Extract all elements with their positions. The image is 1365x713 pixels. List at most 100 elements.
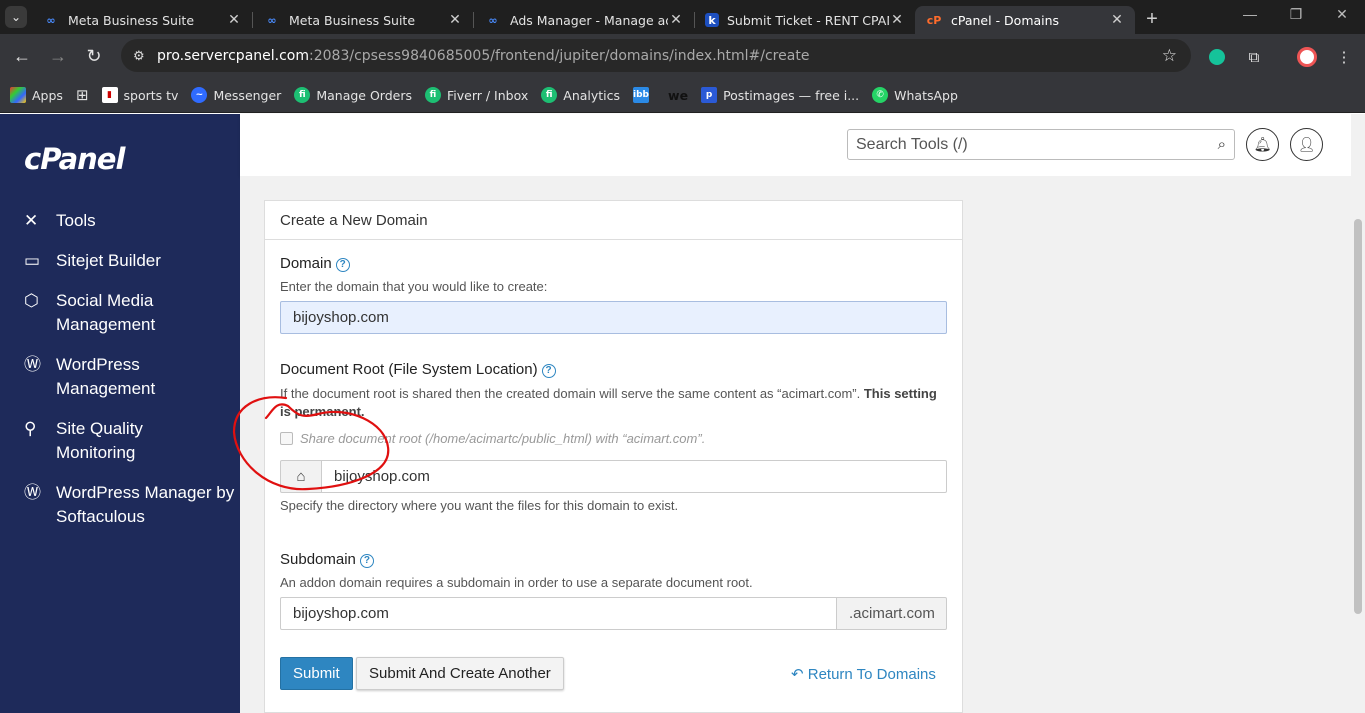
tools-icon: ✕ <box>24 211 39 230</box>
browser-tab-active[interactable]: cP cPanel - Domains ✕ <box>915 6 1135 34</box>
help-icon[interactable]: ? <box>541 364 556 378</box>
bookmark-label: Messenger <box>213 87 282 103</box>
panel-title: Create a New Domain <box>265 201 962 240</box>
url-text: pro.servercpanel.com:2083/cpsess98406850… <box>157 48 809 64</box>
help-icon[interactable]: ? <box>335 258 350 272</box>
docroot-input[interactable]: bijoyshop.com <box>321 460 947 493</box>
sidebar-item-wordpress[interactable]: Ⓦ WordPress Management <box>24 353 216 401</box>
help-icon[interactable]: ? <box>359 554 374 568</box>
sidebar-item-social-media[interactable]: ⬡ Social Media Management <box>24 289 216 337</box>
domain-input[interactable]: bijoyshop.com <box>280 301 947 334</box>
close-icon[interactable]: ✕ <box>889 12 905 28</box>
sidebar-item-label: Sitejet Builder <box>56 251 161 270</box>
bookmark-label: Manage Orders <box>316 87 412 103</box>
subdomain-input[interactable]: bijoyshop.com <box>280 597 837 630</box>
search-input[interactable] <box>856 135 1218 154</box>
bookmark-label: Postimages — free i... <box>723 87 860 103</box>
bookmark-analytics[interactable]: fi Analytics <box>541 87 620 103</box>
page-scrollbar[interactable] <box>1351 114 1365 713</box>
domain-hint: Enter the domain that you would like to … <box>280 279 548 294</box>
subdomain-label-text: Subdomain <box>280 551 356 568</box>
bookmark-sports-tv[interactable]: ▮ sports tv <box>101 87 179 103</box>
return-to-domains-link[interactable]: ↶ Return To Domains <box>791 665 936 683</box>
cpanel-icon: cP <box>926 13 942 27</box>
site-quality-icon: ⚲ <box>24 419 37 438</box>
bookmark-manage-orders[interactable]: fi Manage Orders <box>294 87 412 103</box>
fiverr-icon: fi <box>294 87 311 103</box>
browser-tab[interactable]: ∞ Meta Business Suite ✕ <box>253 6 473 34</box>
meta-icon: ∞ <box>488 13 498 27</box>
close-icon[interactable]: ✕ <box>447 12 463 28</box>
bookmark-postimages[interactable]: p Postimages — free i... <box>701 87 859 103</box>
tab-search-button[interactable]: ⌄ <box>0 0 32 34</box>
sidebar-item-sitejet[interactable]: ▭ Sitejet Builder <box>24 249 216 273</box>
meta-icon: ∞ <box>267 13 277 27</box>
sidebar-item-softaculous[interactable]: Ⓦ WordPress Manager by Softaculous <box>24 481 236 529</box>
browser-tab[interactable]: ∞ Ads Manager - Manage ads ✕ <box>474 6 694 34</box>
profile-avatar[interactable] <box>1296 46 1318 68</box>
sidebar-item-label: WordPress Manager by Softaculous <box>56 483 235 526</box>
bookmark-ibb[interactable]: ibb <box>633 87 655 103</box>
subdomain-suffix: .acimart.com <box>836 597 947 630</box>
search-icon[interactable]: ⌕ <box>1218 136 1226 153</box>
submit-button[interactable]: Submit <box>280 657 353 690</box>
url-host: pro.servercpanel.com <box>157 47 310 64</box>
more-menu-icon[interactable]: ⋮ <box>1333 46 1355 68</box>
sidebar-item-label: Site Quality Monitoring <box>56 419 143 462</box>
close-icon[interactable]: ✕ <box>668 12 684 28</box>
sidebar-item-tools[interactable]: ✕ Tools <box>24 209 216 233</box>
domain-label: Domain? <box>280 255 350 272</box>
messenger-icon: ~ <box>191 87 208 103</box>
postimages-icon: p <box>701 87 718 103</box>
tab-groups-icon: ⊞ <box>75 86 89 104</box>
domain-label-text: Domain <box>280 255 332 272</box>
whatsapp-icon: ✆ <box>872 87 889 103</box>
bookmark-whatsapp[interactable]: ✆ WhatsApp <box>872 87 958 103</box>
close-icon[interactable]: ✕ <box>1109 12 1125 28</box>
sitejet-icon: ▭ <box>24 251 41 270</box>
bookmark-messenger[interactable]: ~ Messenger <box>191 87 281 103</box>
k-icon: k <box>705 13 719 27</box>
docroot-label-text: Document Root (File System Location) <box>280 361 538 378</box>
notifications-button[interactable]: 🔔︎ <box>1246 128 1279 161</box>
scrollbar-thumb[interactable] <box>1354 219 1362 614</box>
puzzle-icon[interactable]: ⧉ <box>1243 46 1265 68</box>
restore-icon[interactable]: ❐ <box>1273 0 1319 30</box>
bookmark-label: Apps <box>32 87 63 103</box>
bookmark-we[interactable]: we <box>668 88 688 103</box>
back-button[interactable]: ← <box>4 46 40 67</box>
submit-and-create-another-button[interactable]: Submit And Create Another <box>356 657 564 690</box>
close-window-icon[interactable]: ✕ <box>1319 0 1365 30</box>
user-icon: 👤︎ <box>1297 136 1316 152</box>
bookmark-fiverr-inbox[interactable]: fi Fiverr / Inbox <box>425 87 528 103</box>
close-icon[interactable]: ✕ <box>226 12 242 28</box>
site-info-icon[interactable]: ⚙ <box>133 48 153 64</box>
return-arrow-icon: ↶ <box>791 666 804 683</box>
bookmark-star-icon[interactable]: ☆ <box>1162 46 1177 66</box>
annotation-stroke <box>232 396 390 491</box>
browser-tab[interactable]: k Submit Ticket - RENT CPANE ✕ <box>695 6 915 34</box>
url-path: :2083/cpsess9840685005/frontend/jupiter/… <box>309 47 810 64</box>
subdomain-label: Subdomain? <box>280 551 374 568</box>
cpanel-logo[interactable]: cPanel <box>24 142 125 176</box>
bookmarks-bar: Apps ⊞ ▮ sports tv ~ Messenger fi Manage Or… <box>0 78 1365 113</box>
bookmark-apps[interactable]: Apps <box>10 87 63 103</box>
reload-button[interactable]: ↻ <box>76 46 112 67</box>
meta-icon: ∞ <box>46 13 56 27</box>
bookmark-tab-groups[interactable]: ⊞ <box>76 86 89 104</box>
browser-tab[interactable]: ∞ Meta Business Suite ✕ <box>32 6 252 34</box>
fiverr-icon: fi <box>541 87 558 103</box>
search-tools[interactable]: ⌕ <box>847 129 1235 160</box>
browser-tabstrip: ⌄ ∞ Meta Business Suite ✕ ∞ Meta Busines… <box>0 0 1365 34</box>
sidebar-item-site-quality[interactable]: ⚲ Site Quality Monitoring <box>24 417 216 465</box>
minimize-icon[interactable]: — <box>1227 0 1273 30</box>
new-tab-button[interactable]: + <box>1135 8 1169 31</box>
address-bar[interactable]: ⚙ pro.servercpanel.com:2083/cpsess984068… <box>121 39 1191 72</box>
forward-button[interactable]: → <box>40 46 76 67</box>
extension-icon[interactable] <box>1206 46 1228 68</box>
bookmark-label: sports tv <box>123 87 179 103</box>
wordpress-icon: Ⓦ <box>24 483 41 502</box>
chevron-down-icon: ⌄ <box>5 6 27 28</box>
cpanel-header: ⌕ 🔔︎ 👤︎ <box>240 114 1351 176</box>
user-menu-button[interactable]: 👤︎ <box>1290 128 1323 161</box>
